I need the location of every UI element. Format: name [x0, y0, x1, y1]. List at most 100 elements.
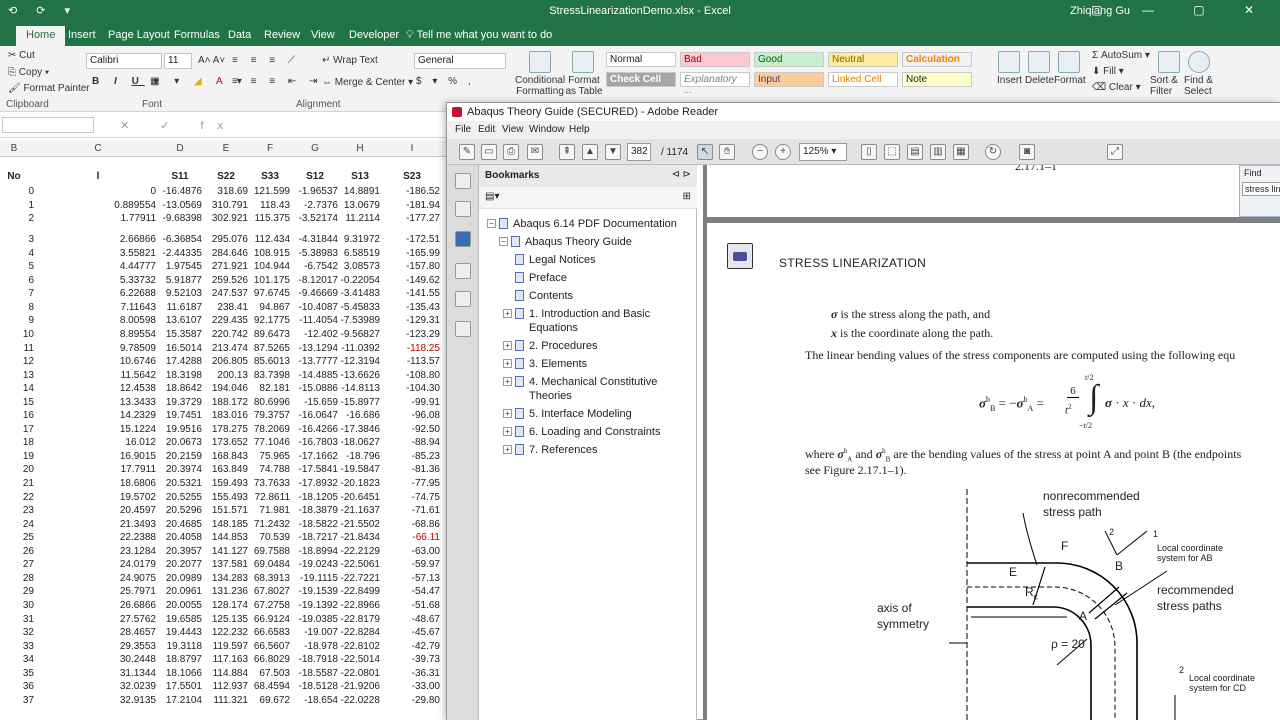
table-cell[interactable]: 17.4288 [158, 356, 202, 367]
sort-filter-icon[interactable] [1158, 51, 1180, 73]
table-cell[interactable]: 295.076 [204, 234, 248, 245]
table-cell[interactable]: -123.29 [386, 329, 440, 340]
table-cell[interactable]: 23.1284 [40, 546, 156, 557]
table-cell[interactable]: 134.283 [204, 573, 248, 584]
table-cell[interactable]: -29.80 [386, 695, 440, 706]
table-cell[interactable]: -22.5014 [340, 654, 380, 665]
table-cell[interactable]: -118.25 [386, 343, 440, 354]
table-cell[interactable]: 29.3553 [40, 641, 156, 652]
bookmarks-icon[interactable] [455, 231, 471, 247]
table-cell[interactable]: 25 [0, 532, 34, 543]
table-cell[interactable]: 111.321 [204, 695, 248, 706]
table-cell[interactable]: -2.7376 [292, 200, 338, 211]
table-cell[interactable]: -39.73 [386, 654, 440, 665]
table-cell[interactable]: 79.3757 [250, 410, 290, 421]
table-cell[interactable]: -18.5822 [292, 519, 338, 530]
find-box[interactable]: Find stress line [1239, 165, 1280, 217]
table-cell[interactable]: 9.78509 [40, 343, 156, 354]
first-page-icon[interactable]: ⇞ [559, 144, 575, 160]
table-cell[interactable]: 16.9015 [40, 451, 156, 462]
bookmark-item[interactable]: Contents [529, 289, 689, 303]
table-cell[interactable]: -22.8102 [340, 641, 380, 652]
format-cells-icon[interactable] [1058, 51, 1080, 73]
bookmark-expand-toggle[interactable]: − [487, 219, 496, 228]
table-cell[interactable]: -11.4054 [292, 315, 338, 326]
table-cell[interactable]: 19.5702 [40, 492, 156, 503]
table-cell[interactable]: -2.44335 [158, 248, 202, 259]
table-cell[interactable]: -33.00 [386, 681, 440, 692]
merge-center-button[interactable]: ⇔ Merge & Center ▾ [322, 77, 413, 88]
table-cell[interactable]: -172.51 [386, 234, 440, 245]
table-cell[interactable]: 69.7588 [250, 546, 290, 557]
table-cell[interactable]: 92.1775 [250, 315, 290, 326]
table-cell[interactable]: 68.4594 [250, 681, 290, 692]
table-cell[interactable]: 9.52103 [158, 288, 202, 299]
table-cell[interactable]: 2.66866 [40, 234, 156, 245]
table-cell[interactable]: 302.921 [204, 213, 248, 224]
table-cell[interactable]: -135.43 [386, 302, 440, 313]
table-cell[interactable]: 37 [0, 695, 34, 706]
table-cell[interactable]: 0 [0, 186, 34, 197]
table-cell[interactable]: 20.0989 [158, 573, 202, 584]
table-cell[interactable]: 13 [0, 370, 34, 381]
insert-cells-icon[interactable] [998, 51, 1020, 73]
table-cell[interactable]: -186.52 [386, 186, 440, 197]
find-input[interactable]: stress line [1242, 182, 1280, 196]
table-cell[interactable]: 11 [0, 343, 34, 354]
table-cell[interactable]: 131.236 [204, 586, 248, 597]
table-cell[interactable]: 121.599 [250, 186, 290, 197]
table-cell[interactable]: 318.69 [204, 186, 248, 197]
table-cell[interactable]: 24 [0, 519, 34, 530]
table-cell[interactable]: 29 [0, 586, 34, 597]
table-cell[interactable]: 19 [0, 451, 34, 462]
table-cell[interactable]: -92.50 [386, 424, 440, 435]
table-cell[interactable]: 33 [0, 641, 34, 652]
panel-collapse-icons[interactable]: ⊲ ⊳ [671, 169, 691, 180]
table-cell[interactable]: 69.0484 [250, 559, 290, 570]
table-cell[interactable]: -22.0801 [340, 668, 380, 679]
bookmark-expand-toggle[interactable]: + [503, 377, 512, 386]
style-explanatory[interactable]: Explanatory ... [680, 72, 750, 96]
table-cell[interactable]: -5.45833 [340, 302, 380, 313]
table-cell[interactable]: -22.8966 [340, 600, 380, 611]
table-cell[interactable]: 20.5321 [158, 478, 202, 489]
conditional-formatting-icon[interactable] [529, 51, 551, 73]
fullscreen-icon[interactable]: ⤢ [1107, 144, 1123, 160]
table-cell[interactable]: 23 [0, 505, 34, 516]
menu-view[interactable]: View [502, 124, 524, 135]
two-page-icon[interactable]: ▦ [953, 144, 969, 160]
table-cell[interactable]: -16.4876 [158, 186, 202, 197]
table-cell[interactable]: -6.36854 [158, 234, 202, 245]
table-cell[interactable]: 13.6107 [158, 315, 202, 326]
table-cell[interactable]: -7.53989 [340, 315, 380, 326]
table-cell[interactable]: -11.0392 [340, 343, 380, 354]
table-cell[interactable]: 0.889554 [40, 200, 156, 211]
table-cell[interactable]: 20.0673 [158, 437, 202, 448]
table-cell[interactable]: 104.944 [250, 261, 290, 272]
table-cell[interactable]: 16.5014 [158, 343, 202, 354]
table-cell[interactable]: 21.3493 [40, 519, 156, 530]
window-controls[interactable]: ▢ — ▢ ✕ [1091, 3, 1272, 17]
table-cell[interactable]: -21.5502 [340, 519, 380, 530]
style-input[interactable]: Input [754, 72, 824, 87]
table-cell[interactable]: 128.174 [204, 600, 248, 611]
table-cell[interactable]: -36.31 [386, 668, 440, 679]
column-header[interactable]: G [292, 143, 338, 154]
table-cell[interactable]: -74.75 [386, 492, 440, 503]
layers-icon[interactable] [455, 291, 471, 307]
font-name-dropdown[interactable]: Calibri [86, 53, 162, 69]
column-header[interactable]: D [158, 143, 202, 154]
table-cell[interactable]: 32 [0, 627, 34, 638]
table-cell[interactable]: -10.4087 [292, 302, 338, 313]
table-cell[interactable]: -4.31844 [292, 234, 338, 245]
horizontal-align-buttons[interactable]: ≡ ≡ ≡ ⇤ ⇥ [232, 76, 322, 87]
zoom-level-dropdown[interactable]: 125% ▾ [799, 143, 847, 161]
table-cell[interactable]: 17.2104 [158, 695, 202, 706]
table-cell[interactable]: -17.1662 [292, 451, 338, 462]
table-cell[interactable]: -149.62 [386, 275, 440, 286]
table-cell[interactable]: -0.22054 [340, 275, 380, 286]
table-cell[interactable]: -9.56827 [340, 329, 380, 340]
table-cell[interactable]: 18 [0, 437, 34, 448]
table-cell[interactable]: 30.2448 [40, 654, 156, 665]
table-cell[interactable]: 144.853 [204, 532, 248, 543]
